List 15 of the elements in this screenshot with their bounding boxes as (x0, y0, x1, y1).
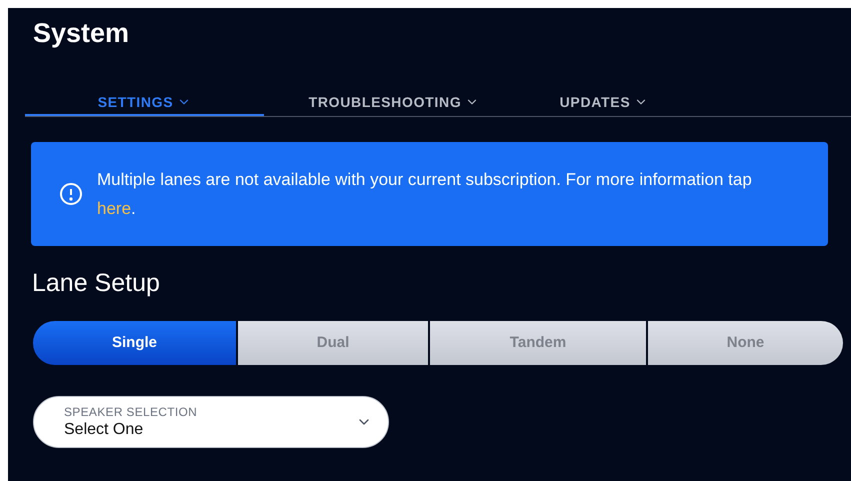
segment-option[interactable]: None (646, 321, 843, 365)
tab[interactable]: TROUBLESHOOTING (264, 92, 524, 116)
select-label: SPEAKER SELECTION (64, 404, 198, 420)
segment-option[interactable]: Tandem (428, 321, 646, 365)
tab[interactable]: UPDATES (524, 92, 684, 116)
alert-message: Multiple lanes are not available with your current subscription. For more information tap here. (97, 169, 753, 220)
tab[interactable]: SETTINGS (25, 92, 264, 116)
segment-option[interactable]: Dual (236, 321, 428, 365)
speaker-select[interactable]: SPEAKER SELECTION Select One (33, 396, 389, 448)
section-title: Lane Setup (32, 271, 160, 296)
info-icon (59, 182, 83, 206)
select-value: Select One (64, 420, 144, 440)
page-title: System (33, 20, 130, 47)
here-link[interactable]: here (97, 199, 132, 218)
segment-option[interactable]: Single (33, 321, 236, 365)
